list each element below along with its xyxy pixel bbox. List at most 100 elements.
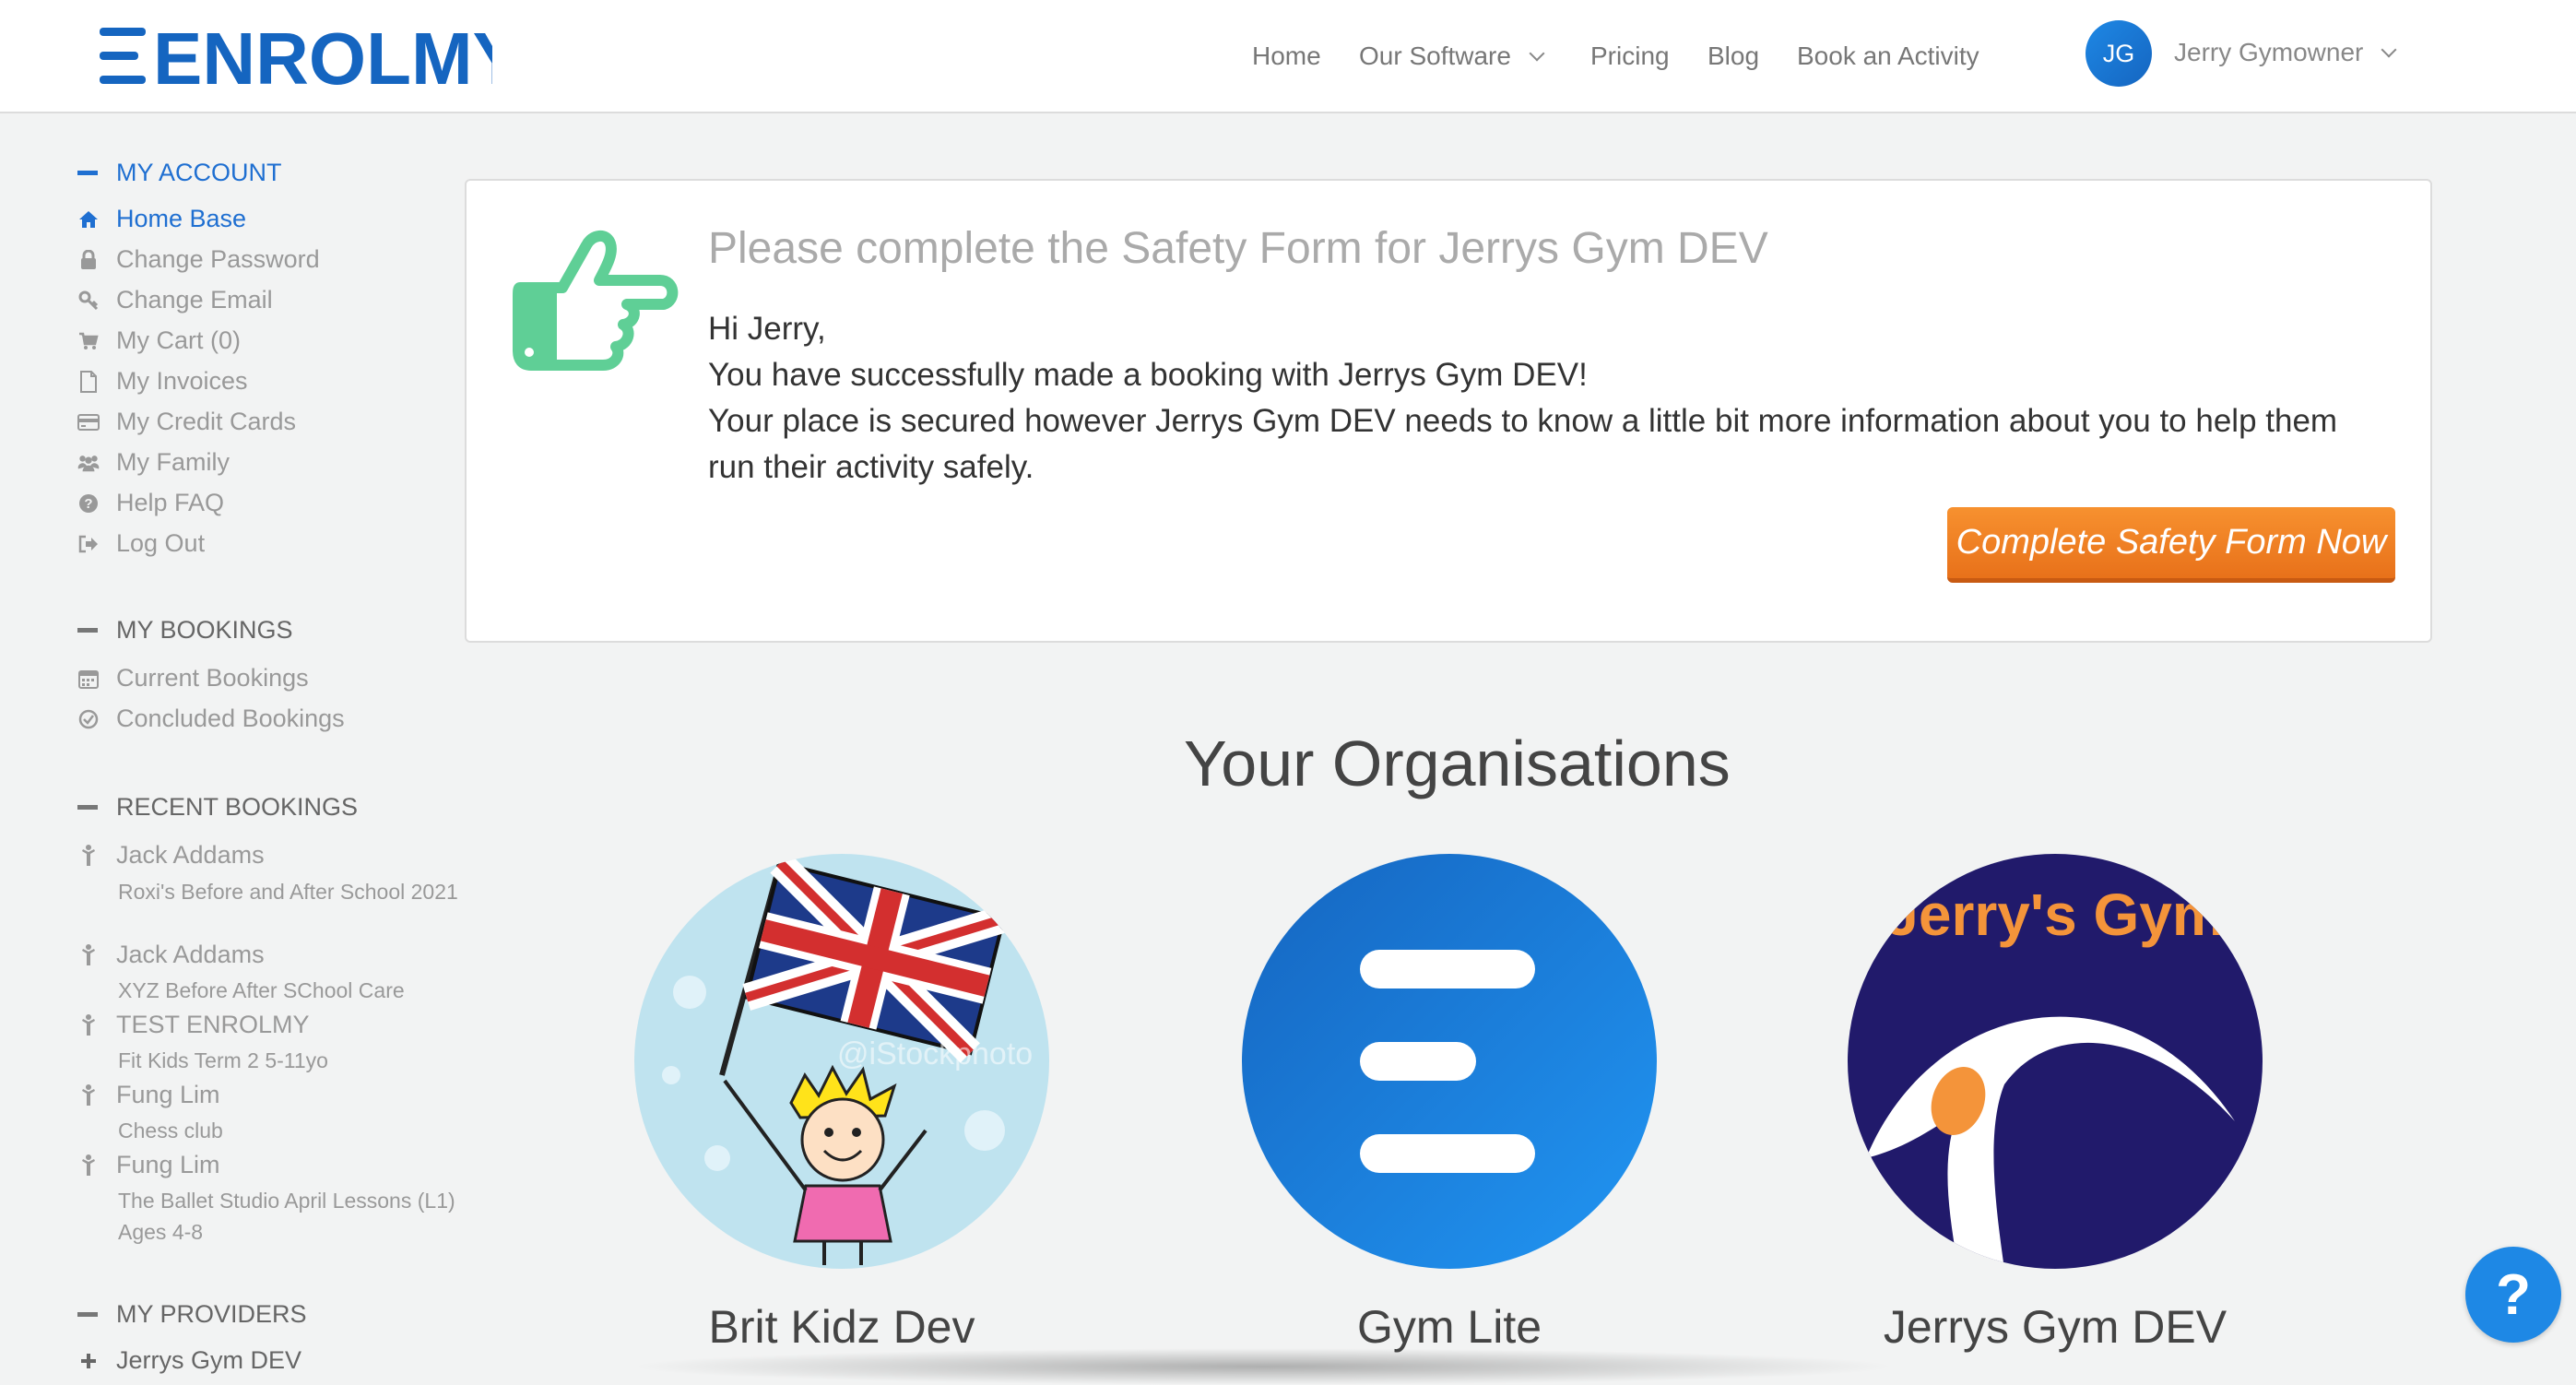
lock-icon	[77, 249, 100, 271]
sidebar-item-label: My Family	[116, 448, 230, 476]
sidebar-item-label: Log Out	[116, 529, 206, 557]
sidebar-item-log-out[interactable]: Log Out	[77, 529, 205, 558]
recent-booking-item[interactable]: TEST ENROLMY	[77, 1011, 310, 1039]
child-icon	[77, 844, 100, 867]
collapse-icon	[77, 805, 98, 810]
my-bookings-heading[interactable]: MY BOOKINGS	[77, 616, 293, 645]
sidebar-item-change-password[interactable]: Change Password	[77, 245, 320, 274]
my-account-heading[interactable]: MY ACCOUNT	[77, 159, 282, 187]
key-icon	[77, 290, 100, 312]
recent-booking-name: TEST ENROLMY	[116, 1011, 310, 1038]
my-providers-title: MY PROVIDERS	[116, 1300, 307, 1328]
document-icon	[77, 370, 100, 393]
nav-book-an-activity[interactable]: Book an Activity	[1797, 33, 1979, 79]
jerrys-gym-logo-text: Jerry's Gym	[1885, 882, 2224, 948]
chevron-down-icon	[1529, 45, 1545, 62]
greeting: Hi Jerry,	[708, 311, 826, 347]
sidebar-item-home-base[interactable]: Home Base	[77, 205, 246, 233]
enrolmy-logo[interactable]: ENROLMY	[96, 20, 492, 90]
safety-form-card: Please complete the Safety Form for Jerr…	[465, 179, 2432, 643]
sidebar-item-my-family[interactable]: My Family	[77, 448, 230, 477]
my-bookings-title: MY BOOKINGS	[116, 616, 293, 644]
recent-booking-activity: Fit Kids Term 2 5-11yo	[118, 1048, 328, 1072]
svg-text:?: ?	[84, 496, 92, 512]
org-logo-jerrys-gym[interactable]: Jerry's Gym	[1848, 854, 2263, 1269]
safety-info-text: Your place is secured however Jerrys Gym…	[708, 403, 2338, 485]
question-circle-icon: ?	[77, 492, 100, 515]
sidebar-item-concluded-bookings[interactable]: Concluded Bookings	[77, 704, 345, 733]
sidebar-item-label: Help FAQ	[116, 489, 225, 516]
booking-success-text: You have successfully made a booking wit…	[708, 357, 1588, 393]
sidebar-item-label: Home Base	[116, 205, 247, 232]
recent-booking-item[interactable]: Fung Lim	[77, 1151, 220, 1179]
sidebar-item-label: My Credit Cards	[116, 408, 297, 435]
org-logo-brit-kidz[interactable]: @iStockphoto	[634, 854, 1049, 1269]
nav-our-software[interactable]: Our Software	[1359, 33, 1545, 79]
chevron-down-icon	[2381, 41, 2397, 58]
gym-lite-logo-image	[1242, 854, 1657, 1269]
sidebar-item-my-cart[interactable]: My Cart (0)	[77, 326, 241, 355]
nav-our-software-label: Our Software	[1359, 41, 1511, 70]
child-icon	[77, 1154, 100, 1177]
users-icon	[77, 452, 100, 474]
nav-home[interactable]: Home	[1252, 33, 1321, 79]
brit-kidz-logo-image: @iStockphoto	[634, 854, 1049, 1269]
recent-bookings-title: RECENT BOOKINGS	[116, 793, 359, 821]
safety-form-title: Please complete the Safety Form for Jerr…	[708, 224, 1768, 273]
plus-icon	[77, 1350, 100, 1372]
nav-pricing[interactable]: Pricing	[1590, 33, 1670, 79]
jerrys-gym-logo-image: Jerry's Gym	[1848, 854, 2263, 1269]
nav-blog[interactable]: Blog	[1707, 33, 1759, 79]
recent-bookings-heading[interactable]: RECENT BOOKINGS	[77, 793, 358, 822]
sidebar-item-provider[interactable]: Jerrys Gym DEV	[77, 1346, 301, 1375]
recent-booking-name: Jack Addams	[116, 941, 265, 968]
recent-booking-item[interactable]: Fung Lim	[77, 1081, 220, 1109]
sign-out-icon	[77, 533, 100, 555]
recent-booking-item[interactable]: Jack Addams	[77, 841, 265, 870]
child-icon	[77, 943, 100, 966]
sidebar-item-label: My Invoices	[116, 367, 248, 395]
recent-booking-activity: The Ballet Studio April Lessons (L1) Age…	[118, 1189, 455, 1244]
top-navbar: ENROLMY Home Our Software Pricing Blog B…	[0, 0, 2576, 113]
help-button[interactable]: ?	[2465, 1247, 2561, 1343]
sidebar-item-current-bookings[interactable]: Current Bookings	[77, 664, 309, 692]
cart-icon	[77, 330, 100, 352]
complete-safety-form-button[interactable]: Complete Safety Form Now	[1947, 507, 2395, 583]
org-name-jerrys-gym[interactable]: Jerrys Gym DEV	[1778, 1300, 2332, 1354]
my-account-title: MY ACCOUNT	[116, 159, 282, 186]
user-menu[interactable]: Jerry Gymowner	[2174, 33, 2397, 72]
sidebar-item-label: Concluded Bookings	[116, 704, 345, 732]
collapse-icon	[77, 171, 98, 175]
calendar-icon	[77, 668, 100, 690]
sidebar-item-help-faq[interactable]: ? Help FAQ	[77, 489, 224, 517]
child-icon	[77, 1013, 100, 1036]
org-logo-gym-lite[interactable]	[1242, 854, 1657, 1269]
recent-booking-activity: Chess club	[118, 1119, 223, 1142]
logo-text: ENROLMY	[153, 20, 492, 90]
check-circle-icon	[77, 708, 100, 730]
scroll-shadow	[627, 1348, 1899, 1385]
watermark-text: @iStockphoto	[837, 1036, 1033, 1071]
organisations-title: Your Organisations	[1184, 728, 1731, 799]
sidebar-item-label: Current Bookings	[116, 664, 309, 692]
sidebar-item-my-invoices[interactable]: My Invoices	[77, 367, 248, 396]
safety-form-message: Hi Jerry, You have successfully made a b…	[708, 306, 2386, 491]
child-icon	[77, 1083, 100, 1107]
recent-booking-activity: XYZ Before After SChool Care	[118, 978, 405, 1002]
home-icon	[77, 208, 100, 231]
sidebar-item-label: Jerrys Gym DEV	[116, 1346, 302, 1374]
sidebar-item-change-email[interactable]: Change Email	[77, 286, 273, 314]
recent-booking-name: Fung Lim	[116, 1151, 220, 1178]
recent-booking-name: Fung Lim	[116, 1081, 220, 1108]
sidebar-item-label: Change Password	[116, 245, 320, 273]
org-name-gym-lite[interactable]: Gym Lite	[1173, 1300, 1726, 1354]
my-providers-heading[interactable]: MY PROVIDERS	[77, 1300, 307, 1329]
recent-booking-item[interactable]: Jack Addams	[77, 941, 265, 969]
recent-booking-activity: Roxi's Before and After School 2021	[118, 880, 458, 904]
sidebar-item-label: My Cart (0)	[116, 326, 241, 354]
sidebar-item-label: Change Email	[116, 286, 273, 314]
sidebar-item-my-credit-cards[interactable]: My Credit Cards	[77, 408, 296, 436]
user-name: Jerry Gymowner	[2174, 38, 2364, 66]
org-name-brit-kidz[interactable]: Brit Kidz Dev	[565, 1300, 1118, 1354]
avatar[interactable]: JG	[2086, 20, 2152, 87]
